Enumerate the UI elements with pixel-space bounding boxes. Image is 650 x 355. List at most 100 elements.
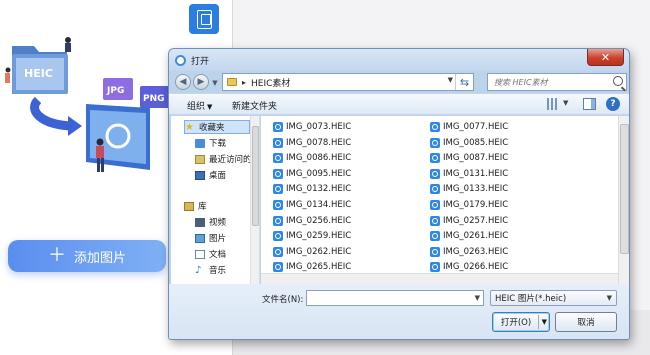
app-logo-icon[interactable] — [189, 4, 219, 34]
preview-pane-icon[interactable] — [583, 98, 596, 110]
nav-item[interactable]: ♪ 音乐 — [195, 263, 226, 277]
file-name: IMG_0179.HEIC — [443, 200, 509, 210]
file-name: IMG_0256.HEIC — [286, 215, 352, 226]
search-input[interactable] — [494, 75, 614, 89]
breadcrumb-chevron-icon[interactable]: ▸ — [242, 78, 246, 87]
file-name: IMG_0078.HEIC — [286, 137, 352, 148]
open-split-divider — [538, 315, 539, 329]
nav-scrollbar-thumb[interactable] — [252, 126, 259, 226]
heic-file-icon — [430, 184, 440, 195]
recent-locations-dropdown[interactable]: ▼ — [211, 79, 219, 87]
navigation-pane: ♪音乐文档图片视频库桌面最近访问的位置下载★收藏夹 — [171, 116, 260, 284]
file-item[interactable]: IMG_0133.HEIC — [430, 182, 508, 196]
address-dropdown-icon[interactable]: ▼ — [448, 76, 453, 84]
heic-file-icon — [273, 215, 283, 226]
plus-icon: ＋ — [47, 245, 66, 266]
star-icon: ★ — [185, 121, 194, 133]
address-row: ◀ ▶ ▼ ▸ HEIC素材 ▼ ⇆ — [169, 71, 629, 93]
nav-item-label: 图片 — [209, 234, 227, 244]
new-folder-button[interactable]: 新建文件夹 — [232, 99, 277, 112]
heic-file-icon — [430, 200, 440, 210]
nav-scrollbar[interactable] — [250, 116, 259, 284]
jpg-badge: JPG — [106, 86, 124, 96]
file-name: IMG_0131.HEIC — [443, 168, 509, 179]
open-dropdown-icon[interactable]: ▼ — [542, 318, 547, 326]
nav-item[interactable]: 文档 — [195, 247, 226, 261]
recent-places-icon — [195, 154, 205, 164]
filename-label: 文件名(N): — [262, 295, 304, 305]
help-icon[interactable]: ? — [606, 97, 620, 111]
file-item[interactable]: IMG_0087.HEIC — [430, 151, 508, 165]
address-bar[interactable]: ▸ HEIC素材 ▼ ⇆ — [222, 73, 474, 91]
file-item[interactable]: IMG_0256.HEIC — [273, 214, 351, 228]
close-button[interactable]: ✕ — [587, 49, 624, 66]
nav-item[interactable]: 桌面 — [195, 168, 226, 182]
file-item[interactable]: IMG_0085.HEIC — [430, 136, 508, 150]
file-item[interactable]: IMG_0263.HEIC — [430, 245, 508, 259]
file-name: IMG_0086.HEIC — [286, 153, 352, 164]
file-item[interactable]: IMG_0257.HEIC — [430, 214, 508, 228]
heic-file-icon — [430, 246, 440, 257]
png-badge: PNG — [143, 94, 165, 104]
music-icon: ♪ — [195, 264, 202, 276]
nav-item-label: 音乐 — [209, 266, 227, 276]
nav-item-label: 文档 — [209, 250, 227, 260]
file-name: IMG_0259.HEIC — [286, 231, 352, 242]
heic-file-icon — [273, 184, 283, 195]
heic-file-icon — [430, 231, 440, 242]
file-item[interactable]: IMG_0131.HEIC — [430, 167, 508, 181]
file-item[interactable]: IMG_0077.HEIC — [430, 120, 508, 134]
file-item[interactable]: IMG_0132.HEIC — [273, 182, 351, 196]
file-item[interactable]: IMG_0134.HEIC — [273, 198, 351, 212]
heic-file-icon — [273, 168, 283, 179]
file-list-scrollbar-thumb[interactable] — [620, 124, 629, 254]
back-button[interactable]: ◀ — [175, 74, 191, 90]
file-list-scrollbar[interactable] — [618, 116, 629, 284]
search-icon[interactable] — [613, 76, 623, 86]
file-item[interactable]: IMG_0078.HEIC — [273, 136, 351, 150]
file-name: IMG_0133.HEIC — [443, 184, 509, 195]
file-item[interactable]: IMG_0261.HEIC — [430, 229, 508, 243]
cancel-button[interactable]: 取消 — [555, 312, 617, 332]
filename-input[interactable] — [307, 291, 467, 305]
file-name: IMG_0087.HEIC — [443, 153, 509, 164]
filename-dropdown-icon[interactable]: ▼ — [475, 294, 480, 302]
nav-item[interactable]: ★ 收藏夹 — [184, 120, 250, 134]
file-item[interactable]: IMG_0179.HEIC — [430, 198, 508, 212]
file-name: IMG_0132.HEIC — [286, 184, 352, 195]
file-item[interactable]: IMG_0095.HEIC — [273, 167, 351, 181]
add-images-button[interactable]: ＋ 添加图片 — [8, 240, 166, 272]
documents-icon — [195, 249, 205, 259]
nav-item[interactable]: 库 — [184, 199, 207, 213]
file-item[interactable]: IMG_0086.HEIC — [273, 151, 351, 165]
file-list-hscrollbar[interactable] — [261, 273, 618, 284]
file-item[interactable]: IMG_0073.HEIC — [273, 120, 351, 134]
heic-file-icon — [430, 122, 440, 132]
folder-icon — [227, 78, 237, 86]
dialog-titlebar[interactable]: 打开 ✕ — [169, 49, 629, 71]
file-item[interactable]: IMG_0259.HEIC — [273, 229, 351, 243]
file-type-select[interactable]: HEIC 图片(*.heic) ▼ — [490, 290, 617, 306]
file-name: IMG_0262.HEIC — [286, 246, 352, 257]
breadcrumb-current-folder[interactable]: HEIC素材 — [251, 76, 290, 89]
view-dropdown-icon[interactable]: ▼ — [563, 99, 568, 107]
heic-file-icon — [430, 168, 440, 179]
search-box[interactable] — [487, 73, 627, 91]
view-options-icon[interactable] — [547, 98, 559, 110]
refresh-icon[interactable]: ⇆ — [455, 74, 473, 90]
organize-menu[interactable]: 组织 ▼ — [187, 99, 212, 112]
nav-item[interactable]: 图片 — [195, 231, 226, 245]
filename-combobox[interactable]: ▼ — [306, 290, 484, 306]
heic-file-icon — [273, 262, 283, 273]
file-item[interactable]: IMG_0262.HEIC — [273, 245, 351, 259]
heic-conversion-illustration: HEIC JPG PNG — [5, 37, 170, 172]
forward-button[interactable]: ▶ — [193, 74, 209, 90]
desktop-icon — [195, 170, 205, 180]
heic-file-icon — [430, 215, 440, 226]
file-name: IMG_0134.HEIC — [286, 200, 352, 210]
nav-item[interactable]: 下载 — [195, 136, 226, 150]
heic-file-icon — [273, 231, 283, 242]
pictures-icon — [195, 233, 205, 243]
nav-item[interactable]: 视频 — [195, 215, 226, 229]
open-button[interactable]: 打开(O) ▼ — [492, 312, 550, 332]
